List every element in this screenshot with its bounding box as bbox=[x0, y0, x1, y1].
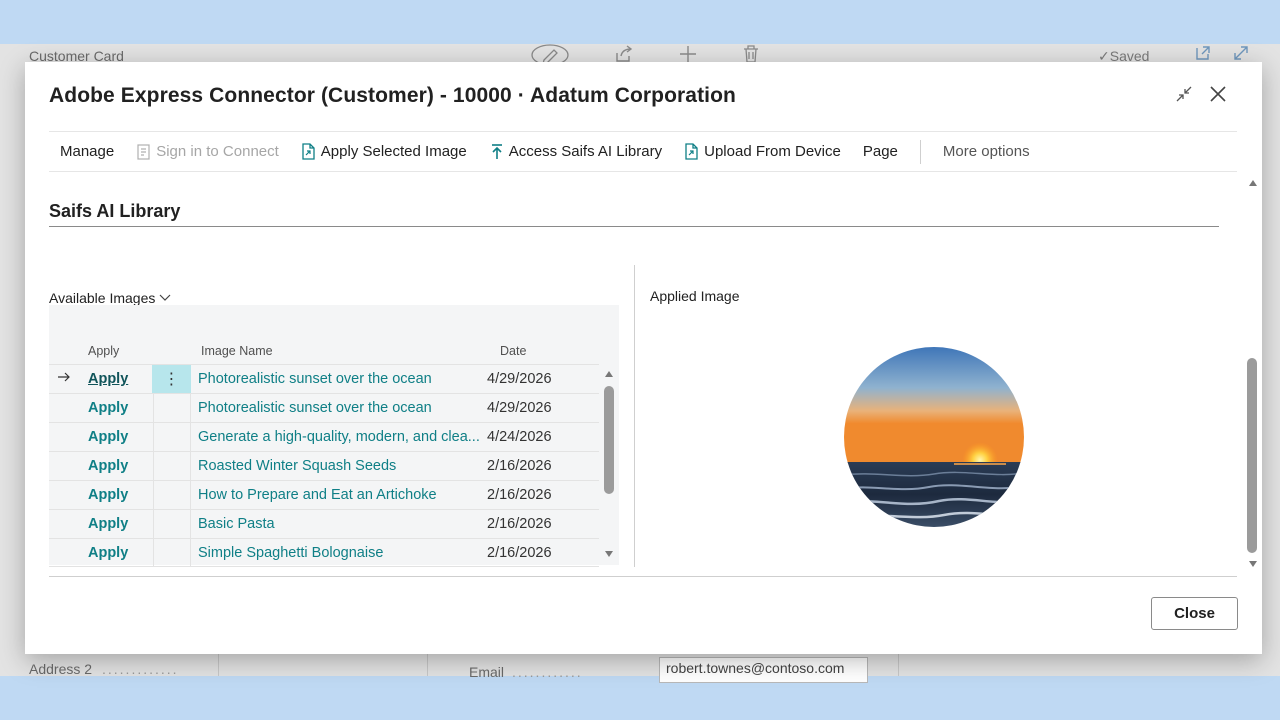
grid-scroll-up-icon[interactable] bbox=[605, 371, 613, 377]
scroll-down-icon[interactable] bbox=[1249, 561, 1257, 567]
image-name-link[interactable]: How to Prepare and Eat an Artichoke bbox=[198, 487, 480, 503]
manage-action[interactable]: Manage bbox=[49, 132, 125, 171]
image-name-link[interactable]: Basic Pasta bbox=[198, 516, 480, 532]
page-action[interactable]: Page bbox=[852, 132, 909, 171]
image-date: 2/16/2026 bbox=[487, 487, 552, 503]
apply-link[interactable]: Apply bbox=[88, 458, 128, 474]
document-arrow-icon bbox=[301, 142, 317, 161]
action-separator bbox=[919, 139, 921, 164]
footer-divider bbox=[49, 576, 1237, 577]
grid-body: Apply ⋮ Photorealistic sunset over the o… bbox=[49, 364, 599, 567]
dotted-leader: ............ bbox=[512, 664, 583, 680]
more-options-action[interactable]: More options bbox=[932, 132, 1041, 171]
field-divider bbox=[427, 654, 428, 676]
address2-label: Address 2 bbox=[29, 661, 93, 677]
table-row[interactable]: Apply ⋮ Photorealistic sunset over the o… bbox=[49, 364, 599, 393]
scroll-up-icon[interactable] bbox=[1249, 180, 1257, 186]
email-input[interactable]: robert.townes@contoso.com bbox=[659, 657, 868, 683]
apply-link[interactable]: Apply bbox=[88, 545, 128, 561]
upload-arrow-icon bbox=[489, 143, 505, 161]
cell-divider bbox=[153, 539, 154, 567]
section-divider bbox=[49, 226, 1219, 227]
cell-divider bbox=[153, 510, 154, 538]
row-menu-icon[interactable]: ⋮ bbox=[152, 365, 191, 393]
applied-image-label: Applied Image bbox=[650, 288, 740, 304]
close-button[interactable]: Close bbox=[1151, 597, 1238, 630]
apply-link[interactable]: Apply bbox=[88, 516, 128, 532]
image-date: 2/16/2026 bbox=[487, 458, 552, 474]
image-date: 2/16/2026 bbox=[487, 516, 552, 532]
main-scrollbar-thumb[interactable] bbox=[1247, 358, 1257, 553]
cell-divider bbox=[190, 394, 191, 422]
table-row[interactable]: Apply Roasted Winter Squash Seeds 2/16/2… bbox=[49, 451, 599, 480]
panel-divider bbox=[634, 265, 635, 567]
document-arrow-icon bbox=[684, 142, 700, 161]
cell-divider bbox=[153, 452, 154, 480]
apply-link[interactable]: Apply bbox=[88, 487, 128, 503]
available-images-toggle[interactable]: Available Images bbox=[49, 290, 171, 306]
cell-divider bbox=[190, 423, 191, 451]
collapse-button[interactable] bbox=[1170, 82, 1198, 110]
close-icon bbox=[1209, 83, 1227, 109]
table-row[interactable]: Apply Basic Pasta 2/16/2026 bbox=[49, 509, 599, 538]
image-name-link[interactable]: Simple Spaghetti Bolognaise bbox=[198, 545, 480, 561]
image-date: 2/16/2026 bbox=[487, 545, 552, 561]
header-apply[interactable]: Apply bbox=[88, 344, 119, 358]
image-name-link[interactable]: Photorealistic sunset over the ocean bbox=[198, 371, 480, 387]
cell-divider bbox=[190, 539, 191, 567]
cell-divider bbox=[153, 423, 154, 451]
apply-selected-image-action[interactable]: Apply Selected Image bbox=[290, 132, 478, 171]
email-label: Email bbox=[469, 664, 505, 680]
upload-from-device-action[interactable]: Upload From Device bbox=[673, 132, 852, 171]
header-date[interactable]: Date bbox=[500, 344, 526, 358]
image-date: 4/29/2026 bbox=[487, 371, 552, 387]
header-image-name[interactable]: Image Name bbox=[201, 344, 273, 358]
table-row[interactable]: Apply Simple Spaghetti Bolognaise 2/16/2… bbox=[49, 538, 599, 567]
action-bar: Manage Sign in to Connect Apply Selected… bbox=[49, 131, 1237, 172]
collapse-icon bbox=[1175, 83, 1193, 109]
cell-divider bbox=[153, 481, 154, 509]
sign-in-icon bbox=[136, 143, 152, 161]
field-divider bbox=[218, 654, 219, 676]
apply-link[interactable]: Apply bbox=[88, 371, 128, 387]
image-name-link[interactable]: Photorealistic sunset over the ocean bbox=[198, 400, 480, 416]
grid-scroll-down-icon[interactable] bbox=[605, 551, 613, 557]
table-row[interactable]: Apply Generate a high-quality, modern, a… bbox=[49, 422, 599, 451]
cell-divider bbox=[190, 510, 191, 538]
available-images-grid: Apply Image Name Date Apply ⋮ Photoreali… bbox=[49, 305, 619, 567]
dotted-leader: ............. bbox=[102, 661, 179, 677]
cell-divider bbox=[190, 452, 191, 480]
grid-scrollbar-thumb[interactable] bbox=[604, 386, 614, 494]
current-row-arrow-icon bbox=[57, 370, 71, 386]
image-date: 4/24/2026 bbox=[487, 429, 552, 445]
grid-header: Apply Image Name Date bbox=[49, 339, 599, 365]
table-row[interactable]: Apply Photorealistic sunset over the oce… bbox=[49, 393, 599, 422]
field-divider bbox=[898, 654, 899, 676]
cell-divider bbox=[153, 394, 154, 422]
dialog-title: Adobe Express Connector (Customer) - 100… bbox=[49, 84, 736, 107]
chevron-down-icon bbox=[159, 294, 171, 302]
adobe-express-connector-dialog: Adobe Express Connector (Customer) - 100… bbox=[25, 62, 1262, 654]
close-dialog-button[interactable] bbox=[1204, 82, 1232, 110]
cell-divider bbox=[190, 481, 191, 509]
access-saifs-ai-library-action[interactable]: Access Saifs AI Library bbox=[478, 132, 673, 171]
applied-image-sunset bbox=[844, 347, 1024, 527]
apply-link[interactable]: Apply bbox=[88, 429, 128, 445]
image-name-link[interactable]: Generate a high-quality, modern, and cle… bbox=[198, 429, 480, 445]
image-date: 4/29/2026 bbox=[487, 400, 552, 416]
table-row[interactable]: Apply How to Prepare and Eat an Artichok… bbox=[49, 480, 599, 509]
section-title: Saifs AI Library bbox=[49, 201, 181, 221]
image-name-link[interactable]: Roasted Winter Squash Seeds bbox=[198, 458, 480, 474]
apply-link[interactable]: Apply bbox=[88, 400, 128, 416]
sign-in-to-connect-action[interactable]: Sign in to Connect bbox=[125, 132, 290, 171]
